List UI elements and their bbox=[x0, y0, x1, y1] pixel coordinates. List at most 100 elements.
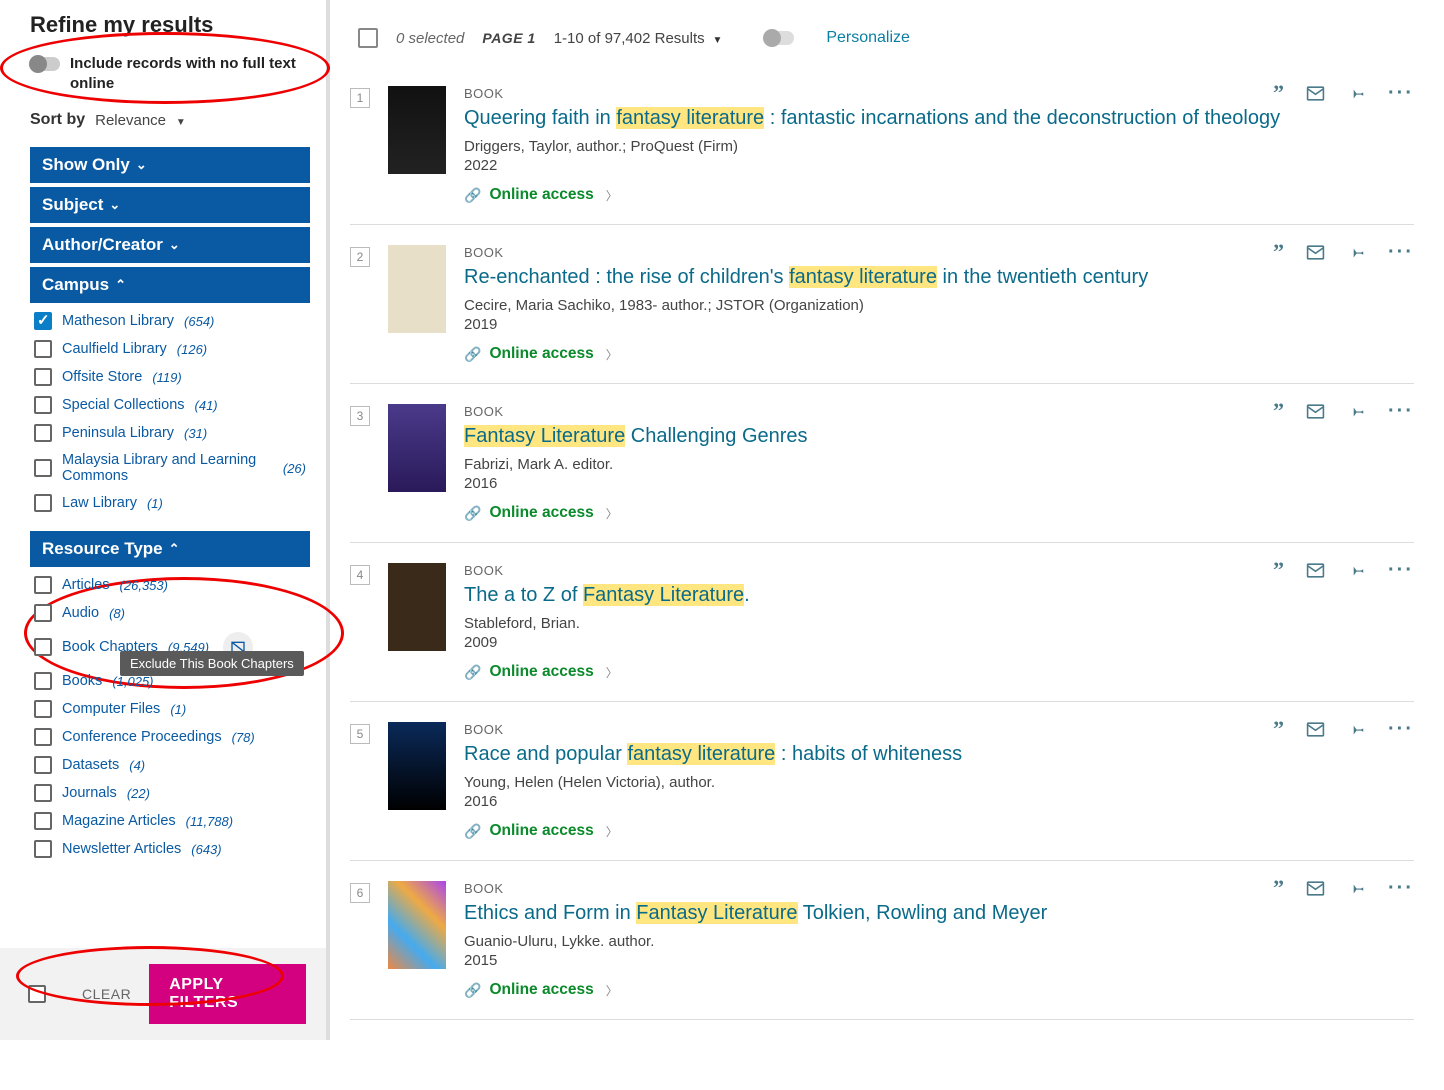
online-access-link[interactable]: 🔗 Online access 〉 bbox=[464, 186, 1414, 204]
result-thumbnail[interactable] bbox=[388, 404, 446, 492]
pin-icon[interactable] bbox=[1347, 243, 1366, 262]
online-access-label: Online access bbox=[489, 663, 593, 681]
facet-item[interactable]: Law Library (1) bbox=[30, 489, 310, 517]
result-item: 4 BOOK The a to Z of Fantasy Literature.… bbox=[350, 543, 1414, 702]
result-actions: ” ··· bbox=[1273, 398, 1414, 424]
result-type: BOOK bbox=[464, 563, 1414, 578]
facet-item[interactable]: Peninsula Library (31) bbox=[30, 419, 310, 447]
facet-item[interactable]: Matheson Library (654) bbox=[30, 307, 310, 335]
result-thumbnail[interactable] bbox=[388, 722, 446, 810]
email-icon[interactable] bbox=[1306, 243, 1325, 262]
facet-label: Matheson Library bbox=[62, 313, 174, 329]
result-item: 6 BOOK Ethics and Form in Fantasy Litera… bbox=[350, 861, 1414, 1020]
clear-button[interactable]: CLEAR bbox=[82, 986, 131, 1002]
cite-icon[interactable]: ” bbox=[1273, 398, 1284, 424]
more-icon[interactable]: ··· bbox=[1388, 82, 1414, 105]
personalize-toggle[interactable] bbox=[764, 31, 794, 45]
facet-checkbox[interactable] bbox=[34, 728, 52, 746]
pin-icon[interactable] bbox=[1347, 84, 1366, 103]
result-title[interactable]: Queering faith in fantasy literature : f… bbox=[464, 105, 1414, 132]
facet-author[interactable]: Author/Creator⌄ bbox=[30, 227, 310, 263]
cite-icon[interactable]: ” bbox=[1273, 557, 1284, 583]
email-icon[interactable] bbox=[1306, 561, 1325, 580]
facet-item[interactable]: Journals (22) bbox=[30, 779, 310, 807]
facet-campus[interactable]: Campus⌃ bbox=[30, 267, 310, 303]
link-icon: 🔗 bbox=[464, 823, 481, 840]
email-icon[interactable] bbox=[1306, 720, 1325, 739]
facet-item[interactable]: Caulfield Library (126) bbox=[30, 335, 310, 363]
result-title[interactable]: Race and popular fantasy literature : ha… bbox=[464, 741, 1414, 768]
result-thumbnail[interactable] bbox=[388, 563, 446, 651]
results-range-dropdown[interactable]: 1-10 of 97,402 Results ▼ bbox=[554, 30, 723, 47]
facet-checkbox[interactable] bbox=[34, 459, 52, 477]
cite-icon[interactable]: ” bbox=[1273, 239, 1284, 265]
actions-checkbox[interactable] bbox=[28, 985, 46, 1003]
online-access-link[interactable]: 🔗 Online access 〉 bbox=[464, 504, 1414, 522]
facet-checkbox[interactable] bbox=[34, 756, 52, 774]
facet-item[interactable]: Audio (8) bbox=[30, 599, 310, 627]
facet-item[interactable]: Magazine Articles (11,788) bbox=[30, 807, 310, 835]
facet-checkbox[interactable] bbox=[34, 604, 52, 622]
pin-icon[interactable] bbox=[1347, 720, 1366, 739]
facet-checkbox[interactable] bbox=[34, 576, 52, 594]
include-no-fulltext-toggle[interactable] bbox=[30, 57, 60, 71]
facet-checkbox[interactable] bbox=[34, 784, 52, 802]
facet-checkbox[interactable] bbox=[34, 700, 52, 718]
result-year: 2015 bbox=[464, 952, 1414, 969]
facet-checkbox[interactable] bbox=[34, 840, 52, 858]
more-icon[interactable]: ··· bbox=[1388, 559, 1414, 582]
more-icon[interactable]: ··· bbox=[1388, 877, 1414, 900]
pin-icon[interactable] bbox=[1347, 879, 1366, 898]
facet-item[interactable]: Book Chapters (9,549) Exclude This Book … bbox=[30, 627, 310, 667]
facet-resource-type[interactable]: Resource Type⌃ bbox=[30, 531, 310, 567]
sort-dropdown[interactable]: Relevance ▼ bbox=[95, 112, 186, 129]
select-all-checkbox[interactable] bbox=[358, 28, 378, 48]
facet-checkbox[interactable] bbox=[34, 812, 52, 830]
facet-checkbox[interactable] bbox=[34, 672, 52, 690]
facet-item[interactable]: Datasets (4) bbox=[30, 751, 310, 779]
facet-checkbox[interactable] bbox=[34, 638, 52, 656]
online-access-link[interactable]: 🔗 Online access 〉 bbox=[464, 663, 1414, 681]
cite-icon[interactable]: ” bbox=[1273, 875, 1284, 901]
facet-item[interactable]: Conference Proceedings (78) bbox=[30, 723, 310, 751]
facet-subject[interactable]: Subject⌄ bbox=[30, 187, 310, 223]
result-title[interactable]: Re-enchanted : the rise of children's fa… bbox=[464, 264, 1414, 291]
facet-item[interactable]: Offsite Store (119) bbox=[30, 363, 310, 391]
apply-filters-button[interactable]: APPLY FILTERS bbox=[149, 964, 306, 1024]
facet-checkbox[interactable] bbox=[34, 340, 52, 358]
facet-checkbox[interactable] bbox=[34, 312, 52, 330]
more-icon[interactable]: ··· bbox=[1388, 241, 1414, 264]
facet-checkbox[interactable] bbox=[34, 368, 52, 386]
result-thumbnail[interactable] bbox=[388, 86, 446, 174]
facet-item[interactable]: Special Collections (41) bbox=[30, 391, 310, 419]
cite-icon[interactable]: ” bbox=[1273, 80, 1284, 106]
result-thumbnail[interactable] bbox=[388, 881, 446, 969]
facet-item[interactable]: Newsletter Articles (643) bbox=[30, 835, 310, 863]
more-icon[interactable]: ··· bbox=[1388, 718, 1414, 741]
facet-checkbox[interactable] bbox=[34, 396, 52, 414]
personalize-control[interactable]: Personalize bbox=[764, 29, 910, 47]
facet-item[interactable]: Computer Files (1) bbox=[30, 695, 310, 723]
result-body: BOOK Re-enchanted : the rise of children… bbox=[464, 245, 1414, 363]
facet-checkbox[interactable] bbox=[34, 494, 52, 512]
result-title[interactable]: The a to Z of Fantasy Literature. bbox=[464, 582, 1414, 609]
online-access-link[interactable]: 🔗 Online access 〉 bbox=[464, 822, 1414, 840]
cite-icon[interactable]: ” bbox=[1273, 716, 1284, 742]
email-icon[interactable] bbox=[1306, 879, 1325, 898]
result-title[interactable]: Fantasy Literature Challenging Genres bbox=[464, 423, 1414, 450]
more-icon[interactable]: ··· bbox=[1388, 400, 1414, 423]
facet-count: (1) bbox=[170, 702, 186, 717]
facet-show-only[interactable]: Show Only⌄ bbox=[30, 147, 310, 183]
email-icon[interactable] bbox=[1306, 402, 1325, 421]
online-access-link[interactable]: 🔗 Online access 〉 bbox=[464, 345, 1414, 363]
result-thumbnail[interactable] bbox=[388, 245, 446, 333]
facet-item[interactable]: Articles (26,353) bbox=[30, 571, 310, 599]
pin-icon[interactable] bbox=[1347, 561, 1366, 580]
pin-icon[interactable] bbox=[1347, 402, 1366, 421]
facet-label: Malaysia Library and Learning Commons bbox=[62, 452, 273, 484]
facet-checkbox[interactable] bbox=[34, 424, 52, 442]
email-icon[interactable] bbox=[1306, 84, 1325, 103]
result-title[interactable]: Ethics and Form in Fantasy Literature To… bbox=[464, 900, 1414, 927]
facet-item[interactable]: Malaysia Library and Learning Commons (2… bbox=[30, 447, 310, 489]
online-access-link[interactable]: 🔗 Online access 〉 bbox=[464, 981, 1414, 999]
